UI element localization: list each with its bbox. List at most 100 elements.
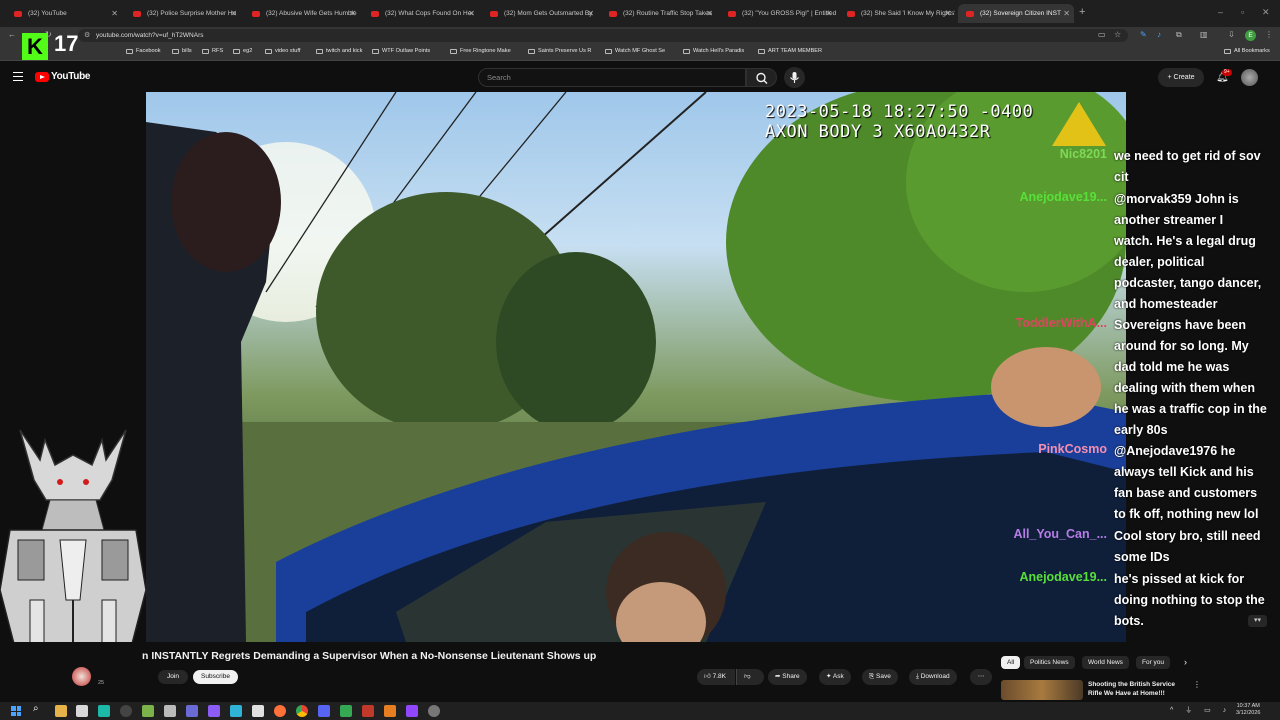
chat-username[interactable]: Anejodave19...	[1019, 570, 1107, 584]
steam-icon[interactable]	[120, 705, 132, 717]
app-icon[interactable]	[362, 705, 374, 717]
minimize-button[interactable]: –	[1218, 7, 1223, 17]
create-button[interactable]: + Create	[1158, 68, 1204, 87]
app-icon[interactable]	[384, 705, 396, 717]
discord-icon[interactable]	[318, 705, 330, 717]
bookmark-item[interactable]: ART TEAM MEMBER	[758, 48, 822, 54]
chat-username[interactable]: All_You_Can_...	[1013, 527, 1107, 541]
file-explorer-icon[interactable]	[55, 705, 67, 717]
extensions-puzzle-icon[interactable]: ⧉	[1176, 30, 1182, 40]
chips-next-chevron-icon[interactable]: ›	[1184, 657, 1187, 667]
save-button[interactable]: ⎘ Save	[862, 669, 898, 685]
cast-icon[interactable]: ▭	[1098, 30, 1106, 39]
dislike-button[interactable]: 👎︎	[736, 669, 764, 685]
hamburger-menu-icon[interactable]	[13, 72, 23, 81]
tab-close-icon[interactable]: ✕	[587, 9, 594, 18]
bookmark-star-icon[interactable]: ☆	[1114, 30, 1121, 39]
tray-icons[interactable]: ^ ⏚ ▭ ♪	[1170, 705, 1231, 715]
filter-chip[interactable]: Politics News	[1024, 656, 1075, 669]
app-icon[interactable]	[340, 705, 352, 717]
tab-close-icon[interactable]: ✕	[825, 9, 832, 18]
bookmark-item[interactable]: Facebook	[126, 48, 161, 54]
bookmark-item[interactable]: video stuff	[265, 48, 300, 54]
browser-tab[interactable]: (32) Abusive Wife Gets Humble ✕	[244, 4, 360, 23]
browser-tab[interactable]: (32) Routine Traffic Stop Takes ✕	[601, 4, 717, 23]
firefox-icon[interactable]	[274, 705, 286, 717]
tab-close-icon[interactable]: ✕	[349, 9, 356, 18]
browser-tab[interactable]: (32) What Cops Found On Her ✕	[363, 4, 479, 23]
join-button[interactable]: Join	[158, 670, 188, 684]
recommended-video-title[interactable]: Shooting the British Service Rifle We Ha…	[1088, 680, 1188, 698]
notepad-icon[interactable]	[76, 705, 88, 717]
maximize-button[interactable]: ▫	[1241, 7, 1244, 17]
bookmark-item[interactable]: bills	[172, 48, 192, 54]
sidepanel-icon[interactable]: ▥	[1200, 30, 1208, 39]
menu-kebab-icon[interactable]: ⋮	[1265, 30, 1273, 39]
share-button[interactable]: ➦ Share	[768, 669, 807, 685]
chat-toggle-icon[interactable]: ▾▾	[1248, 615, 1267, 627]
bookmark-item[interactable]: Watch Hell's Paradis	[683, 48, 744, 54]
like-button[interactable]: 👍︎ 7.8K	[697, 669, 735, 685]
chat-username[interactable]: ToddlerWithA...	[1016, 316, 1107, 330]
browser-tab[interactable]: (32) Mom Gets Outsmarted By ✕	[482, 4, 598, 23]
app-icon[interactable]	[186, 705, 198, 717]
ask-button[interactable]: ✦ Ask	[819, 669, 851, 685]
app-icon[interactable]	[142, 705, 154, 717]
twitch-icon[interactable]	[406, 705, 418, 717]
tab-close-icon[interactable]: ✕	[706, 9, 713, 18]
browser-tab[interactable]: (32) YouTube ✕	[6, 4, 122, 23]
tab-close-icon[interactable]: ✕	[944, 9, 951, 18]
profile-avatar[interactable]: E	[1245, 30, 1256, 41]
search-button[interactable]	[746, 68, 777, 87]
tab-close-icon[interactable]: ✕	[111, 9, 118, 18]
filter-chip[interactable]: All	[1001, 656, 1021, 669]
site-info-icon[interactable]: ⚙	[84, 29, 90, 42]
close-window-button[interactable]: ✕	[1262, 7, 1270, 18]
windows-start-icon[interactable]	[11, 706, 21, 716]
recommended-video-thumbnail[interactable]	[1001, 680, 1083, 700]
bookmark-item[interactable]: WTF Outlaw Points	[372, 48, 430, 54]
new-tab-button[interactable]: +	[1079, 6, 1085, 18]
video-player[interactable]	[146, 92, 1126, 642]
subscribe-button[interactable]: Subscribe	[193, 670, 238, 684]
browser-tab[interactable]: (32) Police Surprise Mother Ho ✕	[125, 4, 241, 23]
youtube-logo-text[interactable]: YouTube	[51, 71, 91, 82]
browser-tab[interactable]: (32) Sovereign Citizen INST ✕	[958, 4, 1074, 23]
address-bar[interactable]: ⚙ youtube.com/watch?v=uf_hT2WNArs	[78, 29, 1128, 42]
tab-close-icon[interactable]: ✕	[230, 9, 237, 18]
bookmark-item[interactable]: Free Ringtone Make	[450, 48, 511, 54]
channel-avatar[interactable]	[72, 667, 91, 686]
chrome-icon[interactable]	[296, 705, 308, 717]
tab-close-icon[interactable]: ✕	[468, 9, 475, 18]
account-avatar[interactable]	[1241, 69, 1258, 86]
bookmark-item[interactable]: RFS	[202, 48, 223, 54]
back-icon[interactable]: ←	[8, 30, 16, 39]
youtube-logo-icon[interactable]	[35, 72, 49, 82]
app-icon[interactable]	[164, 705, 176, 717]
extension-icon[interactable]: ♪	[1157, 30, 1161, 39]
app-icon[interactable]	[252, 705, 264, 717]
bookmark-item[interactable]: Watch MF Ghost Se	[605, 48, 665, 54]
more-actions-button[interactable]: ⋯	[970, 669, 992, 685]
chat-username[interactable]: Nic8201	[1060, 147, 1107, 161]
app-icon[interactable]	[230, 705, 242, 717]
taskbar-clock[interactable]: 10:37 AM 3/12/2026	[1236, 703, 1260, 717]
browser-tab[interactable]: (32) "You GROSS Pig!" | Entitled ✕	[720, 4, 836, 23]
chat-username[interactable]: Anejodave19...	[1019, 190, 1107, 204]
browser-tab[interactable]: (32) She Said 'I Know My Rights' ✕	[839, 4, 955, 23]
bookmark-item[interactable]: twitch and kick	[316, 48, 362, 54]
search-input[interactable]: Search	[478, 68, 746, 87]
download-icon[interactable]: ⇩	[1228, 30, 1235, 39]
bookmark-item[interactable]: eg2	[233, 48, 252, 54]
bookmark-item[interactable]: Saints Preserve Us R	[528, 48, 591, 54]
extension-icon[interactable]: ✎	[1140, 30, 1147, 39]
filter-chip[interactable]: For you	[1136, 656, 1171, 669]
download-button[interactable]: ⤓ Download	[909, 669, 957, 685]
taskbar-search-icon[interactable]: ⌕	[33, 703, 39, 714]
recommended-video-menu-icon[interactable]: ⋮	[1193, 680, 1201, 689]
voice-search-button[interactable]	[784, 67, 805, 88]
settings-gear-icon[interactable]	[428, 705, 440, 717]
filter-chip[interactable]: World News	[1082, 656, 1129, 669]
app-icon[interactable]	[98, 705, 110, 717]
app-icon[interactable]	[208, 705, 220, 717]
